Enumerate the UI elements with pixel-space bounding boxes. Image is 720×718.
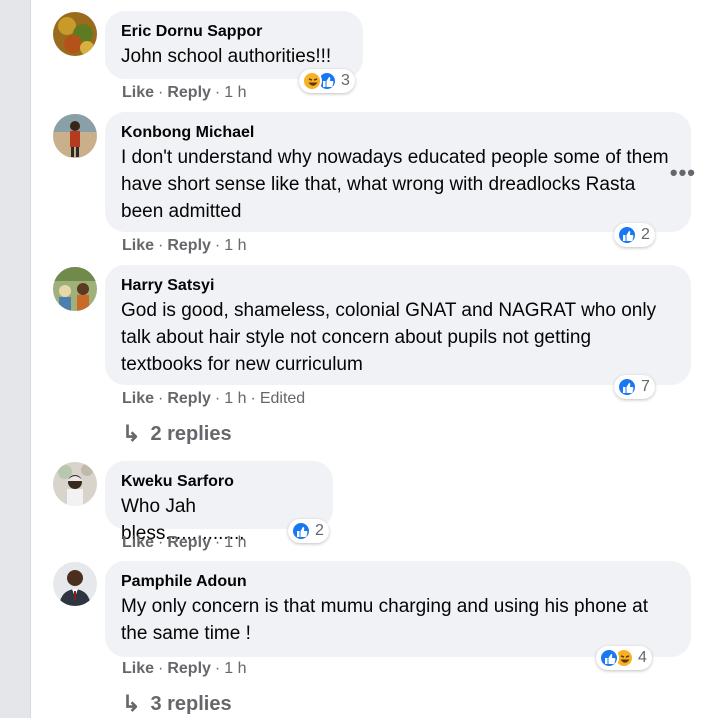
comment-text: I don't understand why nowadays educated…: [121, 147, 669, 222]
reaction-count: 4: [638, 649, 647, 666]
reaction-summary[interactable]: 2: [288, 519, 329, 543]
view-replies-link[interactable]: ↳ 2 replies: [122, 421, 232, 447]
timestamp[interactable]: 1 h: [224, 660, 246, 678]
like-icon: [617, 377, 637, 397]
reaction-count: 2: [315, 522, 324, 539]
avatar[interactable]: [53, 462, 97, 506]
avatar[interactable]: [53, 12, 97, 56]
comment-actions: Like · Reply · 1 h · Edited: [122, 390, 306, 408]
comment-author[interactable]: Eric Dornu Sappor: [121, 21, 347, 43]
avatar[interactable]: [53, 267, 97, 311]
like-link[interactable]: Like: [122, 84, 154, 102]
reply-link[interactable]: Reply: [167, 390, 211, 408]
replies-count: 2 replies: [150, 422, 232, 445]
comment-text: God is good, shameless, colonial GNAT an…: [121, 300, 657, 375]
reply-arrow-icon: ↳: [122, 421, 141, 446]
reply-arrow-icon: ↳: [122, 691, 141, 716]
edited-label: Edited: [259, 390, 306, 407]
comment-text: John school authorities!!!: [121, 46, 332, 67]
reaction-count: 3: [341, 72, 350, 89]
comment-bubble: Pamphile Adoun My only concern is that m…: [105, 561, 691, 657]
comment-author[interactable]: Pamphile Adoun: [121, 571, 675, 593]
more-options-icon[interactable]: •••: [670, 160, 696, 186]
like-link[interactable]: Like: [122, 534, 154, 552]
comment-actions: Like · Reply · 1 h: [122, 237, 247, 255]
reaction-count: 7: [641, 378, 650, 395]
replies-count: 3 replies: [150, 692, 232, 715]
reply-link[interactable]: Reply: [167, 534, 211, 552]
reaction-count: 2: [641, 226, 650, 243]
avatar[interactable]: [53, 562, 97, 606]
reply-link[interactable]: Reply: [167, 660, 211, 678]
avatar[interactable]: [53, 114, 97, 158]
timestamp[interactable]: 1 h: [224, 237, 246, 255]
page-background: Eric Dornu Sappor John school authoritie…: [0, 0, 720, 718]
comment-author[interactable]: Harry Satsyi: [121, 275, 675, 297]
timestamp[interactable]: 1 h: [224, 534, 246, 552]
view-replies-link[interactable]: ↳ 3 replies: [122, 691, 232, 717]
like-link[interactable]: Like: [122, 237, 154, 255]
comment-author[interactable]: Kweku Sarforo: [121, 471, 317, 493]
haha-icon: [302, 71, 322, 91]
like-link[interactable]: Like: [122, 660, 154, 678]
comment-actions: Like · Reply · 1 h: [122, 534, 247, 552]
reply-link[interactable]: Reply: [167, 237, 211, 255]
comment-actions: Like · Reply · 1 h: [122, 84, 247, 102]
like-icon: [599, 648, 619, 668]
comment-actions: Like · Reply · 1 h: [122, 660, 247, 678]
reaction-summary[interactable]: 7: [614, 375, 655, 399]
reaction-summary[interactable]: 3: [299, 69, 355, 93]
timestamp[interactable]: 1 h: [224, 84, 246, 102]
like-icon: [617, 225, 637, 245]
reaction-summary[interactable]: 4: [596, 646, 652, 670]
comments-panel: Eric Dornu Sappor John school authoritie…: [30, 0, 720, 718]
comment-bubble: Harry Satsyi God is good, shameless, col…: [105, 265, 691, 385]
like-icon: [291, 521, 311, 541]
comment-author[interactable]: Konbong Michael: [121, 122, 675, 144]
comment-text: My only concern is that mumu charging an…: [121, 596, 649, 644]
comment-bubble: Konbong Michael I don't understand why n…: [105, 112, 691, 232]
reply-link[interactable]: Reply: [167, 84, 211, 102]
timestamp[interactable]: 1 h: [224, 390, 246, 408]
like-link[interactable]: Like: [122, 390, 154, 408]
reaction-summary[interactable]: 2: [614, 223, 655, 247]
